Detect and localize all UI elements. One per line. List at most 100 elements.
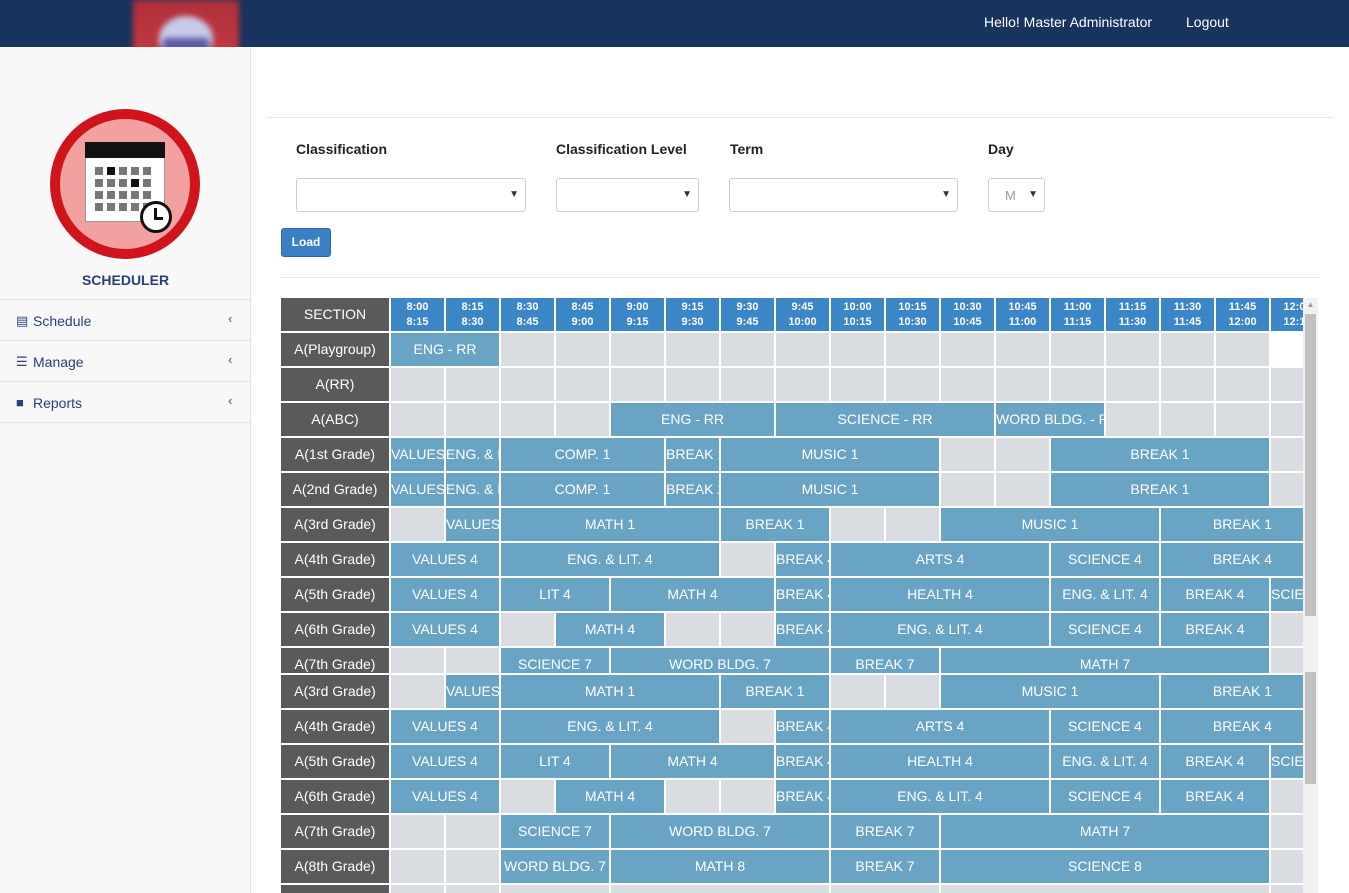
empty-slot[interactable] [1216, 333, 1269, 366]
schedule-slot[interactable]: BREAK 4 [776, 745, 829, 778]
schedule-slot[interactable]: VALUES 3 [446, 675, 499, 708]
empty-slot[interactable] [941, 885, 1269, 893]
empty-slot[interactable] [721, 543, 774, 576]
schedule-slot[interactable]: ENG. & LIT. 4 [831, 780, 1049, 813]
schedule-slot[interactable]: WORD BLDG. - RR [996, 403, 1104, 436]
empty-slot[interactable] [666, 780, 719, 813]
empty-slot[interactable] [941, 438, 994, 471]
schedule-slot[interactable]: BREAK 4 [1161, 543, 1303, 576]
schedule-slot[interactable]: ARTS 4 [831, 543, 1049, 576]
empty-slot[interactable] [446, 885, 499, 893]
empty-slot[interactable] [831, 368, 884, 401]
schedule-slot[interactable]: VALUES 4 [391, 710, 499, 743]
empty-slot[interactable] [391, 850, 444, 883]
empty-slot[interactable] [391, 815, 444, 848]
empty-slot[interactable] [941, 368, 994, 401]
empty-slot[interactable] [391, 508, 444, 541]
schedule-slot[interactable]: ARTS 4 [831, 710, 1049, 743]
grid-scrollbar-thumb[interactable] [1305, 314, 1316, 616]
empty-slot[interactable] [1161, 368, 1214, 401]
schedule-slot[interactable]: BREAK 4 [776, 613, 829, 646]
schedule-slot[interactable]: ENG - RR [391, 333, 499, 366]
empty-slot[interactable] [501, 333, 554, 366]
empty-slot[interactable] [996, 368, 1049, 401]
empty-slot[interactable] [501, 368, 554, 401]
schedule-slot[interactable]: ENG - RR [611, 403, 774, 436]
schedule-slot[interactable]: BREAK 1 [1051, 473, 1269, 506]
schedule-slot[interactable]: BREAK 4 [1161, 613, 1269, 646]
schedule-slot[interactable]: ENG. & LIT. 4 [1051, 578, 1159, 611]
load-button[interactable]: Load [281, 228, 331, 257]
empty-slot[interactable] [391, 675, 444, 708]
classification-select[interactable]: ▼ [296, 178, 526, 212]
schedule-slot[interactable]: VALUES 4 [391, 578, 499, 611]
schedule-slot[interactable]: SCIENCE 7 [501, 815, 609, 848]
schedule-slot[interactable]: HEALTH 4 [831, 578, 1049, 611]
empty-slot[interactable] [1271, 613, 1303, 646]
empty-slot[interactable] [1271, 850, 1303, 883]
schedule-slot[interactable]: MATH 7 [941, 815, 1269, 848]
schedule-slot[interactable]: MATH 1 [501, 508, 719, 541]
empty-slot[interactable] [1161, 333, 1214, 366]
schedule-slot[interactable]: HEALTH 4 [831, 745, 1049, 778]
logout-link[interactable]: Logout [1186, 14, 1229, 30]
empty-slot[interactable] [556, 368, 609, 401]
empty-slot[interactable] [831, 675, 884, 708]
schedule-slot[interactable]: VALUES 4 [391, 543, 499, 576]
schedule-slot[interactable]: MATH 4 [556, 613, 664, 646]
schedule-slot[interactable]: BREAK 1 [666, 438, 719, 471]
schedule-slot[interactable]: BREAK 4 [776, 543, 829, 576]
empty-slot[interactable] [1216, 368, 1269, 401]
empty-slot[interactable] [611, 333, 664, 366]
schedule-slot[interactable]: MUSIC 1 [721, 473, 939, 506]
schedule-slot[interactable]: ENG. & LIT. 1 [446, 438, 499, 471]
term-select[interactable]: ▼ [729, 178, 958, 212]
empty-slot[interactable] [556, 333, 609, 366]
empty-slot[interactable] [1271, 780, 1303, 813]
empty-slot[interactable] [1106, 333, 1159, 366]
schedule-slot[interactable]: BREAK 4 [1161, 710, 1303, 743]
empty-slot[interactable] [666, 613, 719, 646]
schedule-slot[interactable]: MATH 4 [556, 780, 664, 813]
schedule-slot[interactable]: BREAK 1 [721, 508, 829, 541]
schedule-slot[interactable]: BREAK 4 [776, 710, 829, 743]
schedule-slot[interactable]: SCIENCE 4 [1271, 578, 1303, 611]
empty-slot[interactable] [721, 333, 774, 366]
empty-slot[interactable] [996, 333, 1049, 366]
schedule-slot[interactable]: WORD BLDG. 7 [501, 850, 609, 883]
schedule-slot[interactable]: BREAK 4 [776, 578, 829, 611]
schedule-slot[interactable]: WORD BLDG. 7 [611, 815, 829, 848]
empty-slot[interactable] [996, 438, 1049, 471]
schedule-slot[interactable]: VALUES 4 [391, 613, 499, 646]
schedule-slot[interactable]: SCIENCE 4 [1051, 710, 1159, 743]
empty-slot[interactable] [721, 780, 774, 813]
schedule-slot[interactable]: MUSIC 1 [941, 508, 1159, 541]
empty-slot[interactable] [446, 403, 499, 436]
schedule-slot[interactable]: BREAK 1 [721, 675, 829, 708]
empty-slot[interactable] [886, 675, 939, 708]
empty-slot[interactable] [721, 710, 774, 743]
empty-slot[interactable] [501, 885, 609, 893]
empty-slot[interactable] [941, 333, 994, 366]
schedule-slot[interactable]: COMP. 1 [501, 438, 664, 471]
empty-slot[interactable] [886, 508, 939, 541]
schedule-slot[interactable]: VALUES 4 [391, 780, 499, 813]
empty-slot[interactable] [1216, 403, 1269, 436]
schedule-slot[interactable]: MATH 8 [611, 850, 829, 883]
schedule-slot[interactable]: BREAK 1 [1161, 508, 1303, 541]
schedule-slot[interactable]: BREAK 4 [776, 780, 829, 813]
empty-slot[interactable] [556, 403, 609, 436]
empty-slot[interactable] [391, 368, 444, 401]
empty-slot[interactable] [391, 885, 444, 893]
grid-scrollbar-thumb-2[interactable] [1305, 672, 1316, 784]
empty-slot[interactable] [666, 368, 719, 401]
empty-slot[interactable] [611, 368, 664, 401]
day-select[interactable]: M ▼ [988, 178, 1045, 212]
schedule-slot[interactable]: SCIENCE 4 [1051, 780, 1159, 813]
empty-slot[interactable] [1271, 815, 1303, 848]
empty-slot[interactable] [831, 333, 884, 366]
schedule-slot[interactable]: ENG. & LIT. 4 [1051, 745, 1159, 778]
empty-slot[interactable] [1161, 403, 1214, 436]
schedule-slot[interactable]: MUSIC 1 [721, 438, 939, 471]
empty-slot[interactable] [611, 885, 829, 893]
